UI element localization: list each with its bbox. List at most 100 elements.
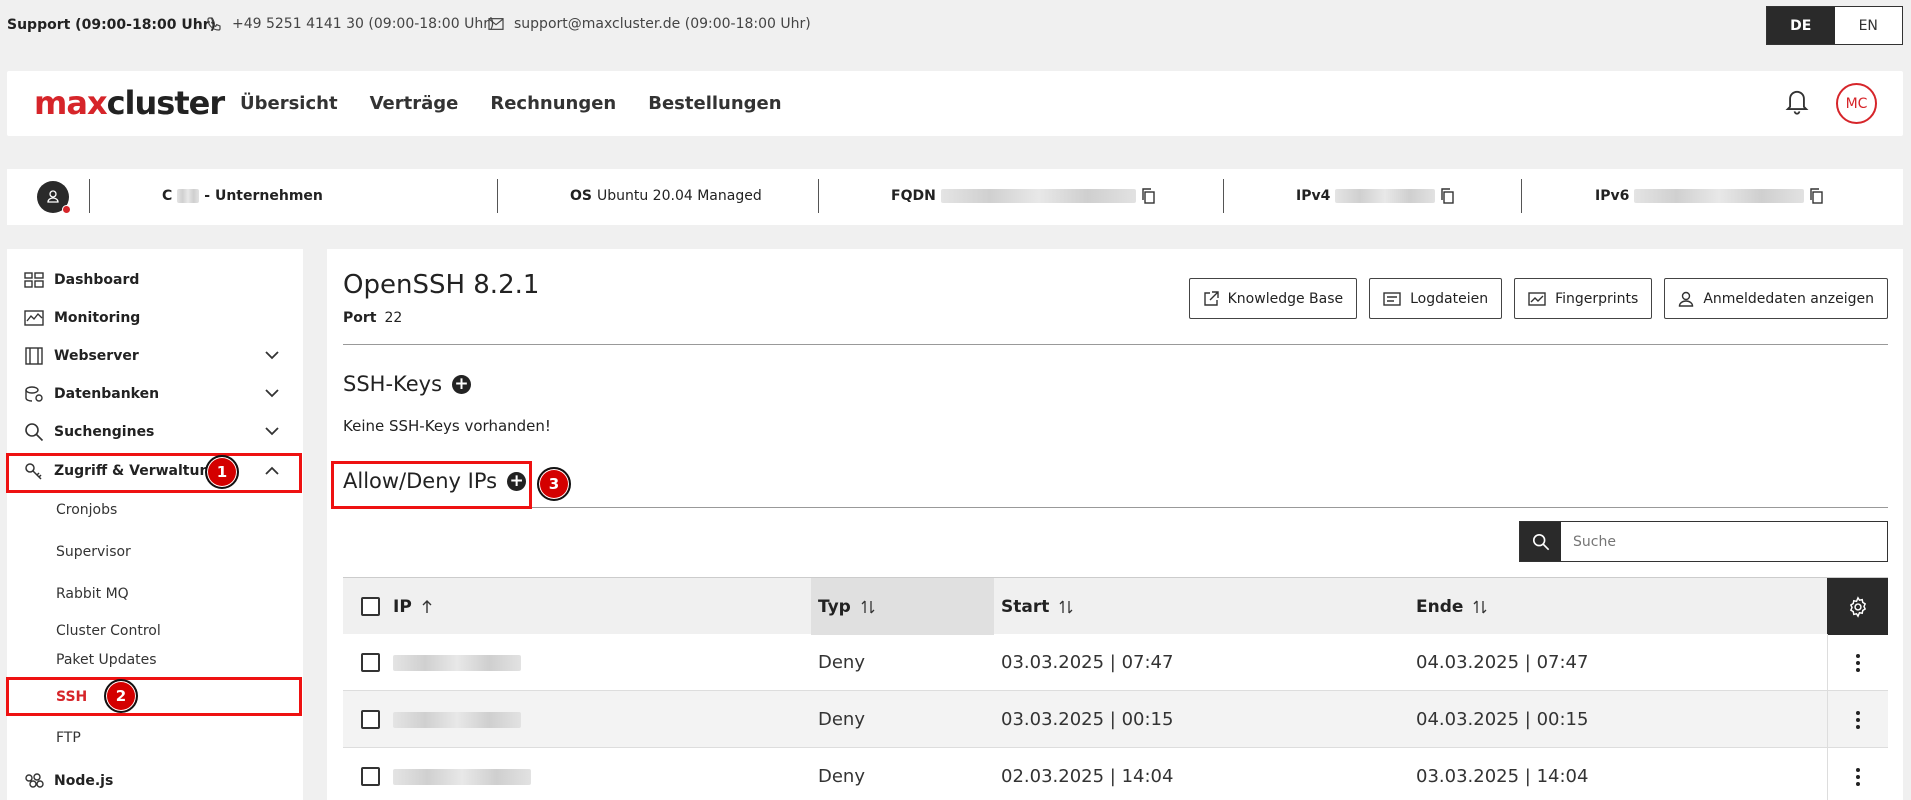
table-row: Deny 03.03.2025 | 07:47 04.03.2025 | 07:…	[343, 634, 1888, 691]
annotation-badge-3: 3	[537, 467, 571, 501]
action-buttons: Knowledge Base Logdateien Fingerprints A…	[1188, 278, 1888, 319]
chevron-down-icon[interactable]	[265, 427, 279, 436]
sidebar-item-suchengines[interactable]: Suchengines	[24, 422, 154, 442]
table-row: Deny 03.03.2025 | 00:15 04.03.2025 | 00:…	[343, 691, 1888, 748]
sidebar-item-supervisor[interactable]: Supervisor	[56, 544, 131, 560]
annotation-box-allow-deny	[331, 461, 532, 509]
select-all-checkbox[interactable]	[361, 597, 380, 616]
sidebar-item-ftp[interactable]: FTP	[56, 730, 81, 746]
anmeldedaten-anzeigen-button[interactable]: Anmeldedaten anzeigen	[1664, 278, 1888, 319]
sidebar-item-nodejs[interactable]: Node.js	[24, 772, 113, 790]
phone-icon	[206, 16, 222, 32]
start-cell: 03.03.2025 | 07:47	[1001, 652, 1174, 673]
allow-deny-table: IP Typ Start Ende Deny 03.03.2025 | 07:4…	[343, 577, 1888, 800]
sidebar-item-dashboard[interactable]: Dashboard	[24, 272, 139, 288]
port-info: Port 22	[343, 310, 403, 326]
sidebar-item-cronjobs[interactable]: Cronjobs	[56, 502, 117, 518]
chevron-down-icon[interactable]	[265, 389, 279, 398]
column-header-start[interactable]: Start	[1001, 578, 1073, 635]
row-menu-kebab-icon[interactable]	[1827, 691, 1888, 748]
ip-cell	[393, 691, 521, 748]
sidebar: Dashboard Monitoring Webserver Datenbank…	[7, 249, 303, 800]
chart-icon	[24, 310, 44, 326]
sort-icon	[1059, 600, 1073, 614]
server-os: OS Ubuntu 20.04 Managed	[570, 188, 762, 204]
nav-vertraege[interactable]: Verträge	[370, 93, 459, 114]
annotation-badge-2: 2	[104, 679, 138, 713]
main-nav: maxcluster Übersicht Verträge Rechnungen…	[7, 71, 1903, 136]
sidebar-item-rabbitmq[interactable]: Rabbit MQ	[56, 586, 129, 602]
dashboard-icon	[24, 272, 44, 288]
column-header-ende[interactable]: Ende	[1416, 578, 1487, 635]
mail-icon	[488, 17, 504, 31]
typ-cell: Deny	[818, 766, 865, 787]
sort-asc-icon	[422, 599, 432, 614]
search-input[interactable]	[1561, 522, 1887, 561]
nav-uebersicht[interactable]: Übersicht	[240, 93, 338, 114]
column-header-ip[interactable]: IP	[393, 578, 432, 635]
support-email-link[interactable]: support@maxcluster.de (09:00-18:00 Uhr)	[488, 16, 811, 32]
database-icon	[24, 385, 44, 403]
start-cell: 03.03.2025 | 00:15	[1001, 709, 1174, 730]
ip-cell	[393, 634, 521, 691]
nodejs-icon	[24, 772, 44, 790]
sort-icon	[1473, 600, 1487, 614]
fingerprints-button[interactable]: Fingerprints	[1514, 278, 1653, 319]
sidebar-item-datenbanken[interactable]: Datenbanken	[24, 385, 159, 403]
row-checkbox[interactable]	[361, 653, 380, 672]
row-menu-kebab-icon[interactable]	[1827, 634, 1888, 691]
logdateien-button[interactable]: Logdateien	[1369, 278, 1503, 319]
table-header: IP Typ Start Ende	[343, 577, 1888, 635]
ssh-keys-empty-message: Keine SSH-Keys vorhanden!	[343, 417, 551, 435]
server-fqdn: FQDN	[891, 188, 1155, 204]
sidebar-item-paket-updates[interactable]: Paket Updates	[56, 652, 157, 668]
server-status-avatar	[37, 181, 71, 214]
server-info-bar: C- Unternehmen OS Ubuntu 20.04 Managed FQ…	[7, 169, 1903, 225]
sidebar-item-monitoring[interactable]: Monitoring	[24, 310, 140, 326]
search-icon	[24, 422, 44, 442]
nav-rechnungen[interactable]: Rechnungen	[490, 93, 616, 114]
maxcluster-logo[interactable]: maxcluster	[34, 87, 225, 119]
image-chart-icon	[1528, 291, 1546, 306]
annotation-badge-1: 1	[205, 455, 239, 489]
support-hours-label: Support (09:00-18:00 Uhr)	[7, 17, 217, 33]
ssh-keys-heading: SSH-Keys +	[343, 372, 472, 396]
column-header-typ[interactable]: Typ	[818, 578, 875, 635]
user-icon	[1678, 291, 1694, 307]
copy-icon[interactable]	[1440, 188, 1455, 204]
lang-en-button[interactable]: EN	[1834, 7, 1902, 44]
table-settings-gear-icon[interactable]	[1827, 578, 1888, 635]
nav-bestellungen[interactable]: Bestellungen	[648, 93, 781, 114]
status-dot	[62, 205, 71, 214]
typ-cell: Deny	[818, 652, 865, 673]
knowledge-base-button[interactable]: Knowledge Base	[1188, 278, 1358, 319]
annotation-box-zugriff	[6, 453, 302, 493]
sidebar-item-cluster-control[interactable]: Cluster Control	[56, 623, 161, 639]
add-ssh-key-plus-icon[interactable]: +	[452, 374, 472, 394]
language-switcher: DE EN	[1766, 6, 1903, 45]
start-cell: 02.03.2025 | 14:04	[1001, 766, 1174, 787]
server-ipv4: IPv4	[1296, 188, 1455, 204]
row-checkbox[interactable]	[361, 767, 380, 786]
page-title: OpenSSH 8.2.1	[343, 270, 540, 300]
chevron-down-icon[interactable]	[265, 351, 279, 360]
row-checkbox[interactable]	[361, 710, 380, 729]
support-phone-text: +49 5251 4141 30 (09:00-18:00 Uhr)	[232, 16, 495, 32]
search-icon[interactable]	[1520, 522, 1561, 561]
typ-cell: Deny	[818, 709, 865, 730]
notifications-bell-icon[interactable]	[1783, 86, 1811, 116]
sort-icon	[861, 600, 875, 614]
row-menu-kebab-icon[interactable]	[1827, 748, 1888, 800]
annotation-box-ssh	[6, 677, 302, 716]
copy-icon[interactable]	[1141, 188, 1155, 204]
server-name: C- Unternehmen	[162, 188, 323, 204]
support-bar: Support (09:00-18:00 Uhr) +49 5251 4141 …	[0, 0, 1911, 50]
lang-de-button[interactable]: DE	[1767, 7, 1835, 44]
ende-cell: 03.03.2025 | 14:04	[1416, 766, 1589, 787]
copy-icon[interactable]	[1809, 188, 1824, 204]
sidebar-item-webserver[interactable]: Webserver	[24, 347, 139, 365]
ende-cell: 04.03.2025 | 00:15	[1416, 709, 1589, 730]
support-phone-link[interactable]: +49 5251 4141 30 (09:00-18:00 Uhr)	[206, 16, 494, 32]
ip-cell	[393, 748, 531, 800]
user-avatar[interactable]: MC	[1836, 83, 1877, 124]
